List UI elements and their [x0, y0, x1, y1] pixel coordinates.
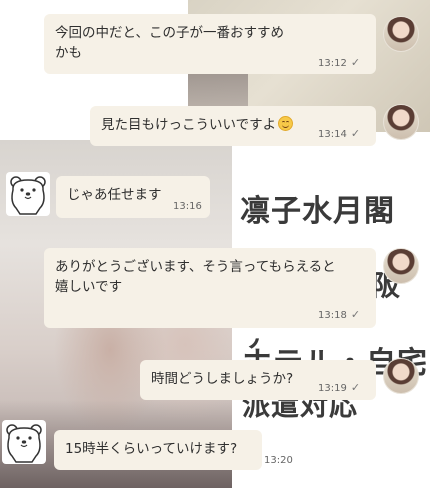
bear-icon	[10, 176, 46, 215]
message-text: 時間どうしましょうか?	[151, 371, 294, 387]
agent-avatar[interactable]	[383, 358, 419, 394]
read-check-icon: ✓	[350, 381, 361, 394]
agent-avatar[interactable]	[383, 16, 419, 52]
message-time: 13:12	[318, 58, 347, 69]
message-bubble-sent[interactable]: 時間どうしましょうか?	[140, 360, 376, 400]
read-check-icon: ✓	[350, 308, 361, 321]
poster-title: 凛子水月閣	[240, 194, 395, 229]
bear-icon	[6, 424, 42, 463]
message-meta: 13:14 ✓	[318, 127, 360, 140]
read-check-icon: ✓	[350, 127, 361, 140]
agent-avatar[interactable]	[383, 104, 419, 140]
message-text: ありがとうございます、そう言ってもらえると 嬉しいです	[55, 259, 336, 295]
message-text: 15時半くらいっていけます?	[65, 441, 238, 457]
message-text: 見た目もけっこういいですよ	[101, 117, 277, 133]
message-meta: 13:19 ✓	[318, 381, 360, 394]
message-meta: 13:12 ✓	[318, 56, 360, 69]
message-time: 13:18	[318, 310, 347, 321]
message-time: 13:16	[173, 201, 202, 212]
message-time: 13:14	[318, 129, 347, 140]
user-avatar[interactable]	[6, 172, 50, 216]
message-text: じゃあ任せます	[67, 187, 162, 203]
message-meta: 13:18 ✓	[318, 308, 360, 321]
read-check-icon: ✓	[350, 56, 361, 69]
message-time: 13:19	[318, 383, 347, 394]
message-time: 13:20	[264, 455, 293, 466]
agent-avatar[interactable]	[383, 248, 419, 284]
user-avatar[interactable]	[2, 420, 46, 464]
message-text: 今回の中だと、この子が一番おすすめ かも	[55, 25, 284, 61]
message-bubble-received[interactable]: 15時半くらいっていけます?	[54, 430, 262, 470]
smiling-face-icon	[278, 116, 294, 131]
message-bubble-sent[interactable]: 見た目もけっこういいですよ	[90, 106, 376, 146]
